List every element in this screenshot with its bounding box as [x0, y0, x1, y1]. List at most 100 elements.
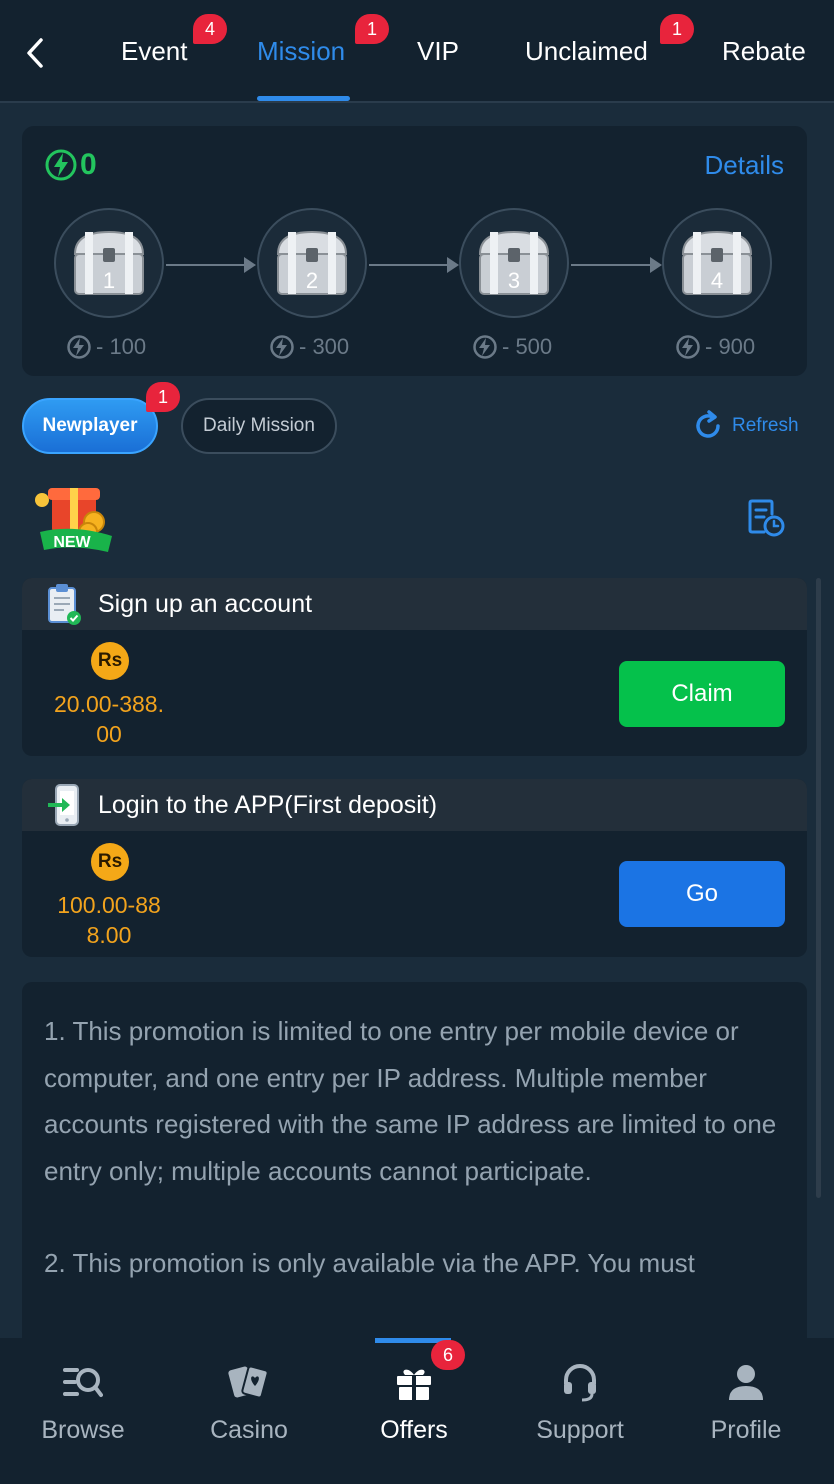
lightning-icon: [676, 335, 700, 359]
arrow-right-icon: [244, 257, 256, 273]
headset-icon: [564, 1364, 596, 1402]
nav-support[interactable]: Support: [497, 1338, 663, 1484]
rupee-coin-icon: Rs: [91, 642, 129, 680]
energy-counter: 0: [44, 148, 97, 182]
go-button[interactable]: Go: [619, 861, 785, 927]
chevron-left-icon: [27, 38, 43, 68]
tab-rebate[interactable]: Rebate: [722, 36, 806, 67]
lightning-icon: [45, 149, 77, 181]
person-icon: [729, 1365, 763, 1400]
chest-icon: 4: [681, 230, 753, 295]
nav-offers[interactable]: Offers: [331, 1338, 497, 1484]
nav-profile-label: Profile: [710, 1416, 782, 1444]
treasure-chest-3[interactable]: 3: [459, 208, 569, 318]
mission-reward: 100.00-88 8.00: [44, 890, 174, 950]
chest-number: 4: [711, 268, 723, 293]
rupee-coin-icon: Rs: [91, 843, 129, 881]
tab-unclaimed[interactable]: Unclaimed: [525, 36, 648, 67]
tab-mission-badge: 1: [355, 14, 389, 44]
chest-icon: 2: [276, 230, 348, 295]
promotion-rules: 1. This promotion is limited to one entr…: [22, 982, 807, 1382]
details-link[interactable]: Details: [705, 150, 784, 181]
tab-mission[interactable]: Mission: [257, 36, 345, 67]
browse-icon: [63, 1368, 103, 1397]
chest-icon: 1: [73, 230, 145, 295]
reward-line-1: 20.00-388.: [54, 691, 164, 717]
tab-event-badge: 4: [193, 14, 227, 44]
treasure-chest-1[interactable]: 1: [54, 208, 164, 318]
nav-casino-label: Casino: [210, 1416, 288, 1444]
offers-badge: 6: [431, 1340, 465, 1370]
bottom-navigation: Browse Casino Offers 6 Support Profile: [0, 1338, 834, 1484]
nav-casino[interactable]: Casino: [166, 1338, 332, 1484]
refresh-icon: [696, 410, 720, 438]
refresh-label: Refresh: [732, 415, 799, 436]
progress-connector: [166, 264, 252, 266]
arrow-right-icon: [447, 257, 459, 273]
progress-connector: [369, 264, 454, 266]
newplayer-filter-label: Newplayer: [42, 415, 138, 436]
chest-icon: 3: [478, 230, 550, 295]
lightning-icon: [270, 335, 294, 359]
clipboard-check-icon: [48, 584, 81, 625]
reward-line-2: 8.00: [86, 922, 132, 948]
refresh-button[interactable]: Refresh: [692, 410, 799, 442]
energy-value: 0: [80, 148, 97, 181]
chest-cost-value: - 900: [705, 334, 756, 359]
new-gift-icon: NEW: [28, 478, 118, 558]
back-button[interactable]: [20, 34, 50, 72]
scrollbar[interactable]: [816, 578, 821, 1198]
gift-icon: [397, 1369, 431, 1400]
tab-vip-label: VIP: [417, 36, 459, 66]
progress-connector: [571, 264, 657, 266]
nav-profile[interactable]: Profile: [663, 1338, 829, 1484]
nav-offers-label: Offers: [380, 1416, 448, 1444]
tab-event-label: Event: [121, 36, 188, 66]
new-label: NEW: [53, 534, 91, 551]
treasure-chest-4[interactable]: 4: [662, 208, 772, 318]
newplayer-filter-button[interactable]: Newplayer: [22, 398, 158, 454]
claim-button[interactable]: Claim: [619, 661, 785, 727]
rule-paragraph-1: 1. This promotion is limited to one entr…: [44, 1016, 777, 1186]
reward-line-2: 00: [96, 721, 122, 747]
chest-cost-2: - 300: [269, 334, 349, 360]
chest-number: 1: [103, 268, 115, 293]
tab-rebate-label: Rebate: [722, 36, 806, 66]
nav-browse[interactable]: Browse: [0, 1338, 166, 1484]
chest-number: 3: [508, 268, 520, 293]
chest-cost-value: - 300: [299, 334, 350, 359]
newplayer-badge: 1: [146, 382, 180, 412]
tab-vip[interactable]: VIP: [417, 36, 459, 67]
chest-cost-value: - 500: [502, 334, 553, 359]
phone-download-icon: [48, 784, 79, 826]
lightning-icon: [67, 335, 91, 359]
lightning-icon: [473, 335, 497, 359]
chest-number: 2: [306, 268, 318, 293]
daily-mission-filter-label: Daily Mission: [203, 415, 315, 436]
chest-cost-1: - 100: [66, 334, 146, 360]
chest-cost-4: - 900: [675, 334, 755, 360]
mission-header: Login to the APP(First deposit): [22, 779, 807, 831]
mission-title: Login to the APP(First deposit): [98, 790, 438, 819]
arrow-right-icon: [650, 257, 662, 273]
reward-line-1: 100.00-88: [57, 892, 161, 918]
daily-mission-filter-button[interactable]: Daily Mission: [181, 398, 337, 454]
mission-title: Sign up an account: [98, 589, 313, 618]
mission-header: Sign up an account: [22, 578, 807, 630]
chest-cost-3: - 500: [472, 334, 552, 360]
nav-support-label: Support: [536, 1416, 624, 1444]
top-tab-bar: Event 4 Mission 1 VIP Unclaimed 1 Rebate: [0, 0, 834, 103]
tab-mission-label: Mission: [257, 36, 346, 66]
tab-event[interactable]: Event: [121, 36, 188, 67]
chest-cost-value: - 100: [96, 334, 147, 359]
history-button[interactable]: [746, 498, 786, 543]
record-clock-icon: [748, 499, 785, 537]
mission-reward: 20.00-388. 00: [44, 689, 174, 749]
tab-unclaimed-badge: 1: [660, 14, 694, 44]
tab-unclaimed-label: Unclaimed: [525, 36, 648, 66]
treasure-chest-2[interactable]: 2: [257, 208, 367, 318]
cards-icon: [228, 1365, 269, 1399]
rule-paragraph-2: 2. This promotion is only available via …: [44, 1248, 695, 1278]
active-tab-indicator: [257, 96, 350, 101]
nav-browse-label: Browse: [41, 1416, 125, 1444]
